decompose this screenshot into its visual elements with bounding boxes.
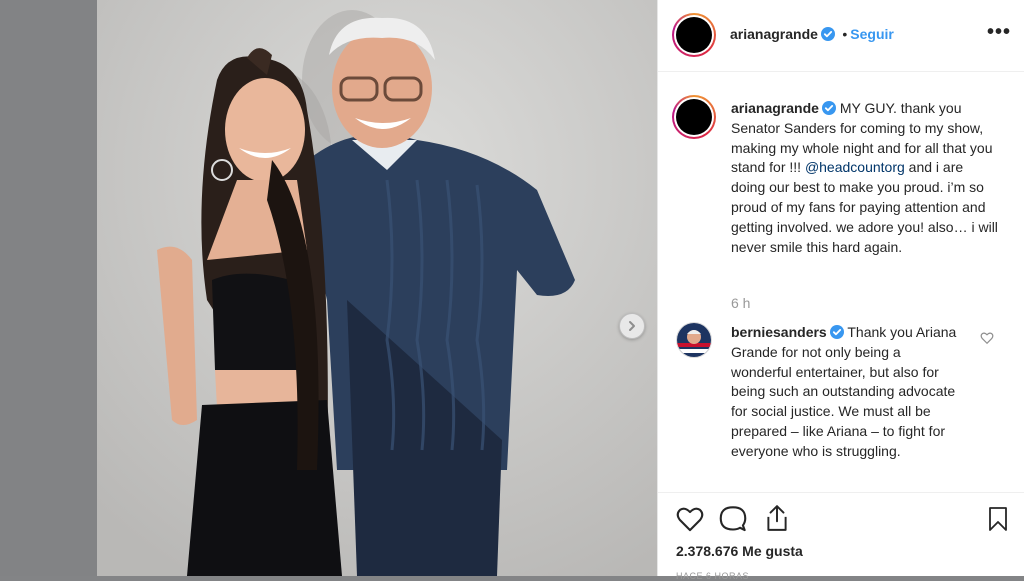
more-options-button[interactable]: ••• [987,22,1011,42]
comment-icon[interactable] [719,505,747,533]
commenter-avatar[interactable] [676,322,712,358]
chevron-right-icon [629,321,635,331]
comment-text: Thank you Ariana Grande for not only bei… [731,324,957,459]
author-avatar[interactable] [672,13,716,57]
follow-button[interactable]: Seguir [850,26,894,42]
likes-count[interactable]: 2.378.676 Me gusta [676,543,803,559]
comment-username[interactable]: berniesanders [731,324,827,340]
verified-badge-icon [829,325,844,339]
post-photo-illustration [97,0,657,576]
posted-time: HACE 6 HORAS [676,571,750,581]
follow-separator: • [842,26,848,42]
post-actions-bar: 2.378.676 Me gusta HACE 6 HORAS [658,492,1024,581]
heart-icon[interactable] [676,506,704,532]
bookmark-icon[interactable] [987,506,1009,532]
post-photo [97,0,657,576]
verified-badge-icon [821,101,836,115]
comment-like-heart-icon[interactable] [980,331,994,345]
caption-mention-link[interactable]: @headcountorg [805,159,905,175]
caption-username[interactable]: arianagrande [731,100,819,116]
post-side-panel: arianagrande • Seguir ••• arianagrande MY… [657,0,1024,581]
commenter-avatar-image [677,323,711,357]
header-username[interactable]: arianagrande [730,26,818,42]
post-header: arianagrande • Seguir ••• [658,0,1024,72]
caption-time: 6 h [731,295,751,311]
header-user-line: arianagrande • Seguir [730,26,894,44]
verified-badge-icon [820,27,835,41]
comment-item: berniesanders Thank you Ariana Grande fo… [731,323,961,462]
post-caption: arianagrande MY GUY. thank you Senator S… [731,99,1001,257]
share-icon[interactable] [764,504,790,532]
caption-avatar[interactable] [672,95,716,139]
next-photo-button[interactable] [619,313,645,339]
